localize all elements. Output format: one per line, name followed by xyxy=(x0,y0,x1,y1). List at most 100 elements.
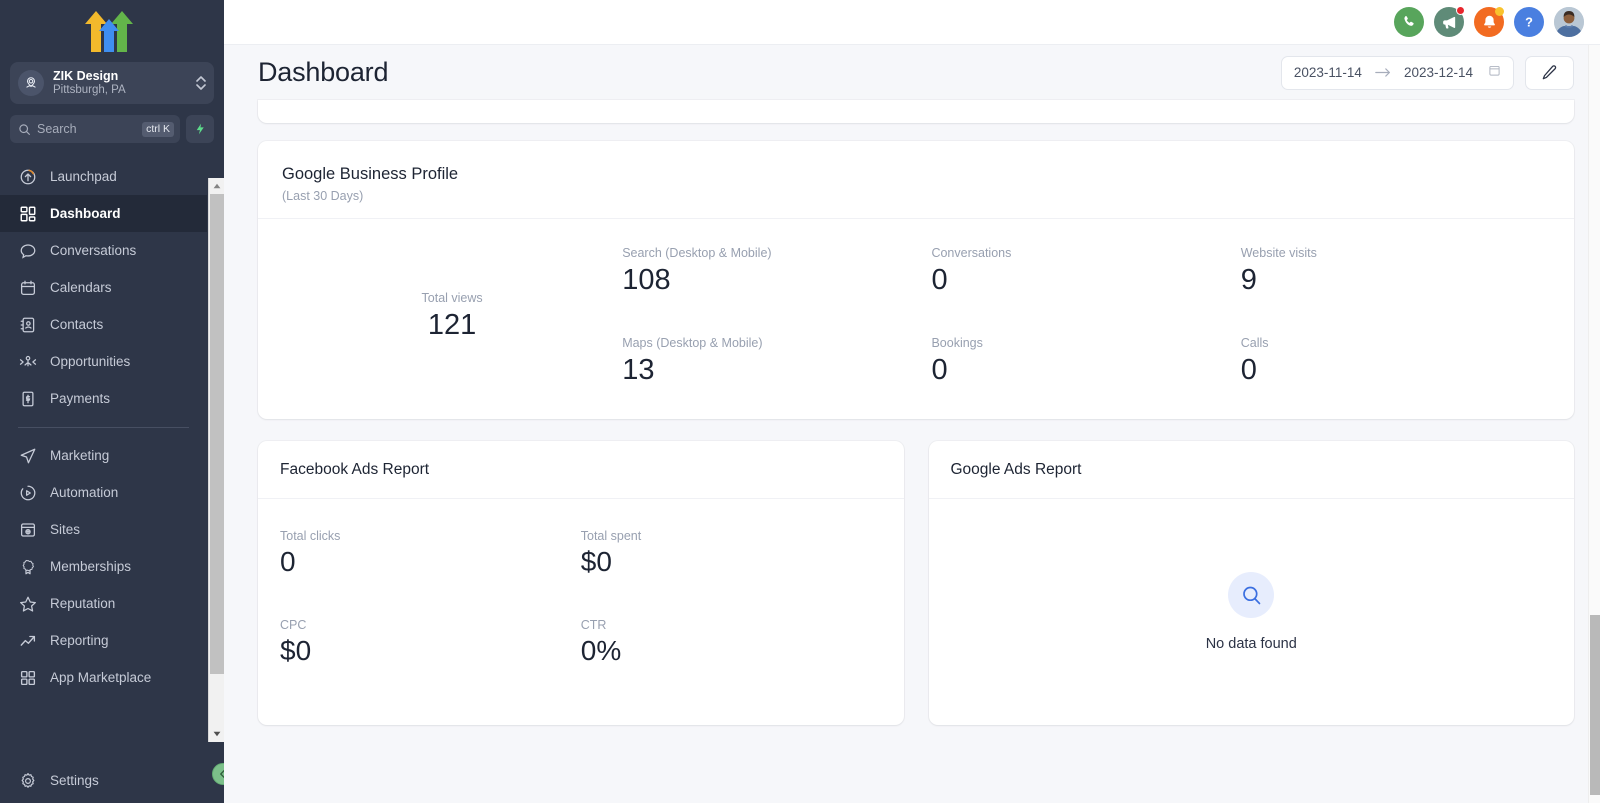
avatar-photo xyxy=(1554,7,1584,37)
date-range-end[interactable]: 2023-12-14 xyxy=(1404,65,1473,80)
date-range-picker[interactable]: 2023-11-14 2023-12-14 xyxy=(1280,55,1514,90)
main-region: ? Dashboard 2023-11-14 2023-12-14 Google… xyxy=(224,0,1600,803)
location-name: ZIK Design xyxy=(53,69,119,83)
opportunities-icon xyxy=(18,352,37,371)
page-scrollbar[interactable] xyxy=(1588,45,1600,803)
metric-value: 9 xyxy=(1240,264,1257,296)
sidebar-item-memberships[interactable]: Memberships xyxy=(0,548,207,585)
sidebar-item-launchpad[interactable]: Launchpad xyxy=(0,158,207,195)
sidebar-item-label: Settings xyxy=(50,773,99,788)
announcements-button[interactable] xyxy=(1434,6,1465,37)
metric-value: 0 xyxy=(931,354,948,386)
sidebar-item-opportunities[interactable]: Opportunities xyxy=(0,343,207,380)
metric-value: 0 xyxy=(280,546,296,577)
award-badge-icon xyxy=(18,557,37,576)
user-avatar[interactable] xyxy=(1554,7,1584,37)
search-input[interactable]: Search ctrl K xyxy=(10,115,180,143)
sidebar-item-reporting[interactable]: Reporting xyxy=(0,622,207,659)
metric-label: Total clicks xyxy=(280,529,341,543)
location-switcher[interactable]: ZIK Design Pittsburgh, PA xyxy=(10,62,214,104)
help-button[interactable]: ? xyxy=(1514,7,1544,37)
notification-badge xyxy=(1495,7,1504,16)
calendar-icon xyxy=(18,278,37,297)
sidebar-item-payments[interactable]: Payments xyxy=(0,380,207,417)
fb-metric-total-clicks: Total clicks 0 xyxy=(280,528,581,580)
facebook-ads-title: Facebook Ads Report xyxy=(280,461,430,478)
google-business-profile-card: Google Business Profile (Last 30 Days) T… xyxy=(258,141,1574,419)
call-button[interactable] xyxy=(1394,7,1424,37)
facebook-ads-header: Facebook Ads Report xyxy=(258,441,904,499)
sites-window-icon xyxy=(18,520,37,539)
page-header: Dashboard 2023-11-14 2023-12-14 xyxy=(224,45,1600,100)
date-range-start[interactable]: 2023-11-14 xyxy=(1294,65,1362,80)
scrollbar-down-button[interactable] xyxy=(209,726,224,742)
page-title: Dashboard xyxy=(258,57,389,87)
facebook-ads-report-card: Facebook Ads Report Total clicks 0 Total… xyxy=(258,441,904,725)
sidebar-divider xyxy=(18,427,189,428)
caret-up-icon xyxy=(213,183,221,189)
arrow-right-icon xyxy=(1375,68,1390,77)
sidebar-item-marketing[interactable]: Marketing xyxy=(0,437,207,474)
lightning-bolt-icon xyxy=(196,123,204,135)
edit-dashboard-button[interactable] xyxy=(1525,55,1574,90)
page-scrollbar-thumb[interactable] xyxy=(1590,615,1600,795)
gbp-metric-calls: Calls 0 xyxy=(1241,335,1550,389)
page-header-actions: 2023-11-14 2023-12-14 xyxy=(1280,55,1574,90)
gear-icon xyxy=(18,771,37,790)
rocket-launchpad-icon xyxy=(18,167,37,186)
app-root: ZIK Design Pittsburgh, PA Search ctrl K xyxy=(0,0,1600,803)
sidebar-item-reputation[interactable]: Reputation xyxy=(0,585,207,622)
bell-icon xyxy=(1483,15,1495,28)
megaphone-icon xyxy=(1442,16,1455,28)
unread-badge xyxy=(1456,6,1465,15)
search-row: Search ctrl K xyxy=(10,115,214,143)
sidebar-item-calendars[interactable]: Calendars xyxy=(0,269,207,306)
sidebar-item-label: Automation xyxy=(50,485,119,500)
sidebar-item-label: Contacts xyxy=(50,317,104,332)
sidebar-item-label: Launchpad xyxy=(50,169,117,184)
metric-value: 0% xyxy=(580,635,622,666)
sidebar-item-conversations[interactable]: Conversations xyxy=(0,232,207,269)
fb-metric-cpc: CPC $0 xyxy=(280,617,581,669)
sidebar-nav-scroll: Launchpad Dashboard Conversations Calend… xyxy=(0,158,224,762)
scrollbar-thumb[interactable] xyxy=(210,194,224,674)
gbp-card-title: Google Business Profile xyxy=(282,165,459,183)
notifications-button[interactable] xyxy=(1474,7,1504,37)
gbp-metric-search: Search (Desktop & Mobile) 108 xyxy=(622,245,931,299)
metric-value: 13 xyxy=(622,354,655,386)
fb-metric-total-spent: Total spent $0 xyxy=(581,528,882,580)
sidebar-item-sites[interactable]: Sites xyxy=(0,511,207,548)
metric-label: Calls xyxy=(1240,336,1269,350)
empty-state-text: No data found xyxy=(1205,636,1297,652)
caret-down-icon xyxy=(213,731,221,737)
location-pin-icon xyxy=(18,70,44,96)
sidebar-nav-secondary: Marketing Automation Sites Memberships R… xyxy=(0,437,207,696)
sidebar-item-settings[interactable]: Settings xyxy=(0,762,207,799)
sidebar-item-label: Calendars xyxy=(50,280,112,295)
app-grid-icon xyxy=(18,668,37,687)
ads-reports-row: Facebook Ads Report Total clicks 0 Total… xyxy=(258,441,1574,725)
scrollbar-up-button[interactable] xyxy=(209,178,224,194)
metric-value: 0 xyxy=(931,264,948,296)
gbp-metrics-grid: Total views 121 Search (Desktop & Mobile… xyxy=(258,218,1574,419)
payments-invoice-icon xyxy=(18,389,37,408)
calendar-icon[interactable] xyxy=(1488,64,1501,82)
quick-actions-button[interactable] xyxy=(186,115,214,143)
sidebar-item-automation[interactable]: Automation xyxy=(0,474,207,511)
metric-label: Bookings xyxy=(931,336,983,350)
logo-container[interactable] xyxy=(0,0,224,62)
sidebar-item-dashboard[interactable]: Dashboard xyxy=(0,195,207,232)
sidebar-item-label: Opportunities xyxy=(50,354,131,369)
sidebar-scrollbar[interactable] xyxy=(208,178,224,742)
gbp-card-header: Google Business Profile (Last 30 Days) xyxy=(258,141,1574,218)
sidebar-item-contacts[interactable]: Contacts xyxy=(0,306,207,343)
sidebar-item-label: Conversations xyxy=(50,243,137,258)
partial-card-above xyxy=(258,100,1574,123)
paper-plane-icon xyxy=(18,446,37,465)
question-mark-icon: ? xyxy=(1525,15,1533,30)
sidebar-item-app-marketplace[interactable]: App Marketplace xyxy=(0,659,207,696)
trend-up-icon xyxy=(18,631,37,650)
dashboard-content: Google Business Profile (Last 30 Days) T… xyxy=(224,100,1600,725)
sidebar-item-label: Reporting xyxy=(50,633,109,648)
gbp-column-sources: Search (Desktop & Mobile) 108 Maps (Desk… xyxy=(622,245,931,389)
